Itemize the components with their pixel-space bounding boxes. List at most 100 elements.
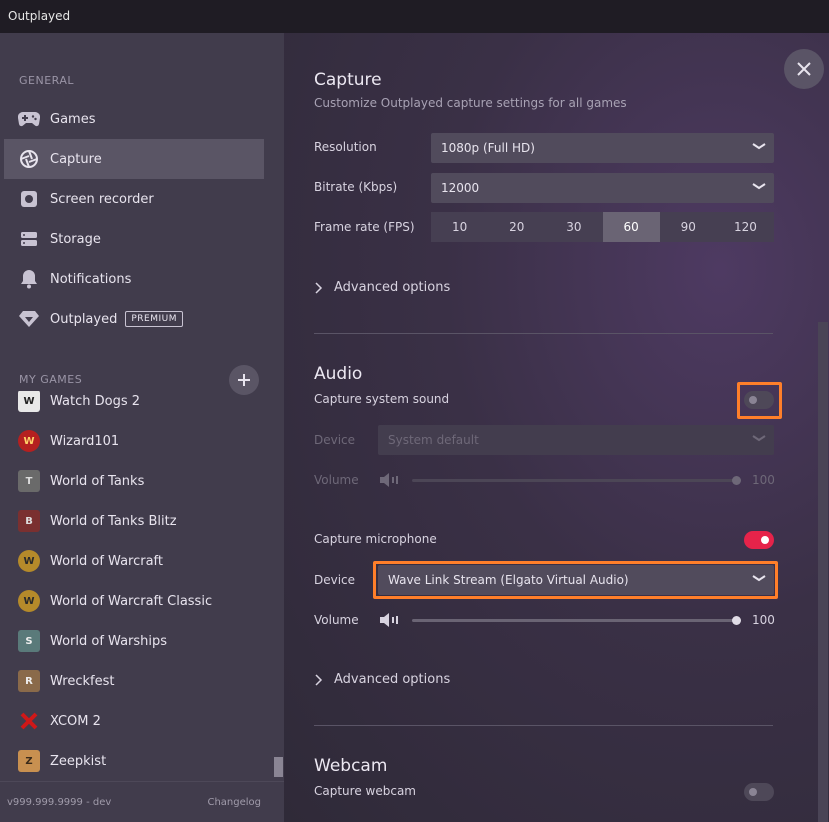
- game-item-label: World of Warcraft: [50, 553, 164, 569]
- game-item-label: Wizard101: [50, 433, 120, 449]
- gamepad-icon: [18, 108, 40, 130]
- section-divider: [314, 333, 773, 334]
- game-item-label: Wreckfest: [50, 673, 115, 689]
- sidebar-item-storage[interactable]: Storage: [4, 219, 264, 259]
- main-scrollbar[interactable]: [818, 322, 828, 822]
- world-of-tanks-blitz-icon: B: [18, 510, 40, 532]
- sidebar-item-notifications[interactable]: Notifications: [4, 259, 264, 299]
- game-item-label: World of Tanks: [50, 473, 145, 489]
- toggle-knob: [749, 788, 757, 796]
- system-volume-slider[interactable]: [412, 476, 741, 485]
- slider-thumb[interactable]: [732, 476, 741, 485]
- sidebar-item-screen-recorder[interactable]: Screen recorder: [4, 179, 264, 219]
- resolution-value: 1080p (Full HD): [441, 141, 535, 155]
- mic-device-highlight: [373, 561, 778, 599]
- general-section-label: GENERAL: [19, 74, 75, 87]
- sidebar-item-label: Notifications: [50, 271, 132, 287]
- mic-volume-slider[interactable]: [412, 616, 741, 625]
- fps-option-60[interactable]: 60: [602, 212, 660, 242]
- chevron-right-icon: [315, 281, 323, 294]
- zeepkist-icon: Z: [18, 750, 40, 772]
- changelog-link[interactable]: Changelog: [207, 797, 261, 808]
- chevron-down-icon: [752, 435, 766, 442]
- world-of-warcraft-icon: W: [18, 550, 40, 572]
- game-item-label: Zeepkist: [50, 753, 107, 769]
- system-device-label: Device: [314, 433, 356, 447]
- game-item-wizard101[interactable]: W Wizard101: [4, 421, 264, 461]
- game-item-watch-dogs-2[interactable]: W Watch Dogs 2: [4, 391, 264, 421]
- version-label: v999.999.9999 - dev: [7, 797, 112, 808]
- capture-microphone-label: Capture microphone: [314, 532, 437, 546]
- fps-option-10[interactable]: 10: [431, 212, 489, 242]
- game-item-world-of-warcraft-classic[interactable]: W World of Warcraft Classic: [4, 581, 264, 621]
- capture-webcam-label: Capture webcam: [314, 784, 416, 798]
- sidebar-item-capture[interactable]: Capture: [4, 139, 264, 179]
- system-volume-label: Volume: [314, 473, 359, 487]
- chevron-down-icon: [752, 143, 766, 150]
- fps-option-30[interactable]: 30: [545, 212, 603, 242]
- bitrate-value: 12000: [441, 181, 480, 195]
- sidebar-item-label: Storage: [50, 231, 101, 247]
- game-item-label: Watch Dogs 2: [50, 393, 140, 409]
- my-games-section-label: MY GAMES: [19, 373, 83, 386]
- fps-option-20[interactable]: 20: [488, 212, 546, 242]
- game-item-zeepkist[interactable]: Z Zeepkist: [4, 741, 264, 781]
- capture-webcam-toggle[interactable]: [744, 783, 774, 801]
- plus-icon: [238, 374, 250, 386]
- game-item-wreckfest[interactable]: R Wreckfest: [4, 661, 264, 701]
- sidebar-item-games[interactable]: Games: [4, 99, 264, 139]
- fps-option-90[interactable]: 90: [659, 212, 717, 242]
- capture-microphone-toggle[interactable]: [744, 531, 774, 549]
- close-button[interactable]: [784, 49, 824, 89]
- sidebar-item-label: Outplayed: [50, 311, 118, 327]
- premium-badge: PREMIUM: [125, 311, 183, 327]
- game-item-world-of-tanks[interactable]: T World of Tanks: [4, 461, 264, 501]
- close-icon: [797, 62, 811, 76]
- game-item-xcom-2[interactable]: XCOM 2: [4, 701, 264, 741]
- resolution-label: Resolution: [314, 140, 377, 154]
- mic-volume-value: 100: [752, 613, 775, 627]
- capture-advanced-options[interactable]: Advanced options: [314, 280, 450, 295]
- world-of-warcraft-classic-icon: W: [18, 590, 40, 612]
- aperture-icon: [18, 148, 40, 170]
- chevron-right-icon: [315, 673, 323, 686]
- audio-advanced-options[interactable]: Advanced options: [314, 672, 450, 687]
- slider-thumb[interactable]: [732, 616, 741, 625]
- advanced-options-label: Advanced options: [334, 280, 451, 295]
- game-item-world-of-warcraft[interactable]: W World of Warcraft: [4, 541, 264, 581]
- system-volume-value: 100: [752, 473, 775, 487]
- game-item-world-of-warships[interactable]: S World of Warships: [4, 621, 264, 661]
- bitrate-select[interactable]: 12000: [431, 173, 774, 203]
- capture-subtitle: Customize Outplayed capture settings for…: [314, 96, 627, 110]
- game-item-world-of-tanks-blitz[interactable]: B World of Tanks Blitz: [4, 501, 264, 541]
- storage-icon: [18, 228, 40, 250]
- bitrate-label: Bitrate (Kbps): [314, 180, 398, 194]
- toggle-knob: [761, 536, 769, 544]
- record-icon: [18, 188, 40, 210]
- sidebar-item-label: Screen recorder: [50, 191, 154, 207]
- capture-title: Capture: [314, 70, 382, 90]
- fps-option-120[interactable]: 120: [716, 212, 775, 242]
- game-item-label: XCOM 2: [50, 713, 101, 729]
- sidebar-item-label: Capture: [50, 151, 102, 167]
- resolution-select[interactable]: 1080p (Full HD): [431, 133, 774, 163]
- games-list: W Watch Dogs 2 W Wizard101 T World of Ta…: [0, 391, 270, 781]
- system-device-select[interactable]: System default: [378, 425, 774, 455]
- capture-system-sound-toggle[interactable]: [744, 391, 774, 409]
- game-item-label: World of Warships: [50, 633, 168, 649]
- advanced-options-label: Advanced options: [334, 672, 451, 687]
- audio-title: Audio: [314, 364, 363, 384]
- mic-volume-label: Volume: [314, 613, 359, 627]
- sidebar-scrollbar[interactable]: [274, 757, 283, 777]
- sidebar-item-outplayed[interactable]: Outplayed PREMIUM: [4, 299, 264, 339]
- world-of-warships-icon: S: [18, 630, 40, 652]
- title-bar: Outplayed: [0, 0, 829, 33]
- wizard101-icon: W: [18, 430, 40, 452]
- outplayed-logo-icon: [18, 308, 40, 330]
- xcom-2-icon: [18, 710, 40, 732]
- framerate-segmented-control: 10 20 30 60 90 120: [431, 212, 775, 242]
- framerate-label: Frame rate (FPS): [314, 220, 415, 234]
- window-title: Outplayed: [8, 9, 71, 23]
- webcam-title: Webcam: [314, 756, 388, 776]
- system-device-value: System default: [388, 433, 479, 447]
